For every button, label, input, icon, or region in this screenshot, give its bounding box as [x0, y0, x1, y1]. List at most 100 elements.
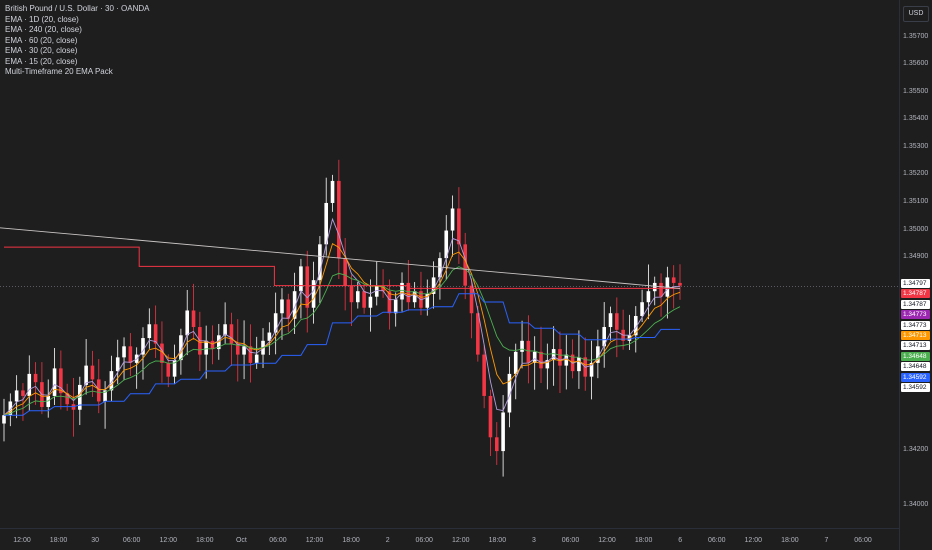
price-badge: 1.34713 [901, 331, 930, 340]
candle-body [330, 180, 335, 203]
time-tick-label: Oct [235, 537, 247, 544]
candle-body [671, 277, 676, 283]
price-tick-label: 1.35400 [903, 115, 929, 123]
price-badge: 1.34713 [901, 341, 930, 351]
candle-body [115, 357, 120, 372]
time-tick-label: 12:00 [13, 537, 31, 544]
price-badge: 1.34648 [901, 351, 930, 361]
ema-1d-line [4, 246, 680, 289]
candle-body [488, 395, 493, 438]
candle-body [640, 302, 644, 316]
candle-body [355, 291, 360, 303]
candle-body [526, 340, 531, 363]
chart-legend: British Pound / U.S. Dollar · 30 · OANDA… [5, 4, 150, 78]
candle-body [96, 379, 101, 402]
candles-layer [2, 159, 682, 477]
candle-body [90, 365, 95, 380]
ema-lines-layer [0, 217, 681, 416]
price-scale[interactable] [899, 0, 932, 550]
price-tick-label: 1.34200 [903, 446, 929, 454]
time-tick-label: 12:00 [744, 537, 763, 544]
price-tick-label: 1.35500 [903, 87, 929, 95]
candle-body [153, 324, 158, 344]
legend-ema-30: EMA · 30 (20, close) [5, 46, 78, 55]
candle-body [52, 368, 57, 396]
candle-body [27, 373, 32, 396]
candle-body [166, 362, 171, 377]
time-tick-label: 3 [531, 537, 536, 544]
time-tick-label: 18:00 [196, 537, 214, 544]
candle-body [513, 351, 518, 374]
symbol-title: British Pound / U.S. Dollar · 30 · OANDA [5, 4, 150, 13]
time-tick-label: 18:00 [488, 537, 507, 544]
time-tick-label: 06:00 [415, 537, 433, 544]
price-badge: 1.34648 [901, 362, 930, 372]
price-tick-label: 1.34000 [903, 501, 929, 509]
candle-body [122, 346, 126, 358]
ema-30-line [3, 243, 681, 416]
time-tick-label: 18:00 [342, 537, 360, 544]
candle-body [349, 285, 354, 303]
legend-ema-15: EMA · 15 (20, close) [5, 56, 78, 66]
candle-body [185, 310, 190, 336]
time-tick-label: 06:00 [707, 537, 726, 544]
price-tick-label: 1.35300 [903, 142, 929, 150]
candle-body [147, 324, 152, 339]
time-tick-label: 30 [91, 537, 100, 544]
price-chart[interactable] [0, 0, 932, 550]
candle-body [463, 244, 467, 286]
candle-body [299, 266, 303, 292]
legend-ema-240: EMA · 240 (20, close) [5, 25, 82, 34]
price-badge: 1.34787 [901, 299, 930, 309]
time-tick-label: 18:00 [634, 537, 653, 544]
candle-body [33, 373, 38, 383]
candle-body [210, 340, 215, 350]
price-tick-label: 1.35100 [903, 197, 929, 205]
candle-body [450, 208, 455, 231]
candle-body [305, 266, 310, 308]
candle-body [457, 208, 461, 245]
time-tick-label: 12:00 [305, 537, 324, 544]
price-tick-label: 1.35600 [903, 60, 929, 68]
candle-body [501, 412, 505, 452]
candle-body [659, 282, 663, 297]
candle-body [393, 299, 398, 314]
time-tick-label: 12:00 [452, 537, 470, 544]
price-badge: 1.34773 [901, 320, 930, 330]
candle-body [343, 258, 347, 286]
candle-body [558, 349, 562, 366]
candle-body [362, 291, 366, 308]
candle-body [191, 310, 196, 328]
candle-body [204, 340, 208, 355]
candle-body [387, 291, 392, 314]
candle-body [615, 313, 619, 330]
legend-ema-1d: EMA · 1D (20, close) [5, 14, 79, 24]
candle-body [128, 346, 133, 363]
price-tick-label: 1.35700 [903, 32, 929, 40]
candle-body [520, 340, 524, 352]
candle-body [494, 437, 499, 452]
candle-body [608, 313, 613, 328]
price-tick-label: 1.35000 [903, 225, 929, 233]
time-tick-label: 7 [824, 537, 829, 544]
currency-button[interactable]: USD [903, 6, 929, 22]
time-tick-label: 06:00 [122, 537, 141, 544]
candle-body [21, 390, 25, 396]
price-badge: 1.34773 [901, 310, 930, 320]
time-tick-label: 06:00 [854, 537, 872, 544]
candle-body [368, 296, 373, 308]
candle-body [2, 415, 6, 424]
candle-body [532, 351, 537, 363]
candle-body [229, 324, 234, 344]
price-tick-label: 1.35200 [903, 170, 929, 178]
candle-body [14, 390, 19, 402]
candle-body [678, 282, 682, 286]
candle-body [551, 349, 556, 361]
time-tick-label: 06:00 [561, 537, 580, 544]
price-tick-label: 1.34900 [903, 253, 929, 261]
candle-body [577, 357, 581, 372]
candle-body [646, 291, 651, 303]
candle-body [84, 365, 88, 385]
time-tick-label: 12:00 [598, 537, 616, 544]
candle-body [469, 285, 474, 314]
